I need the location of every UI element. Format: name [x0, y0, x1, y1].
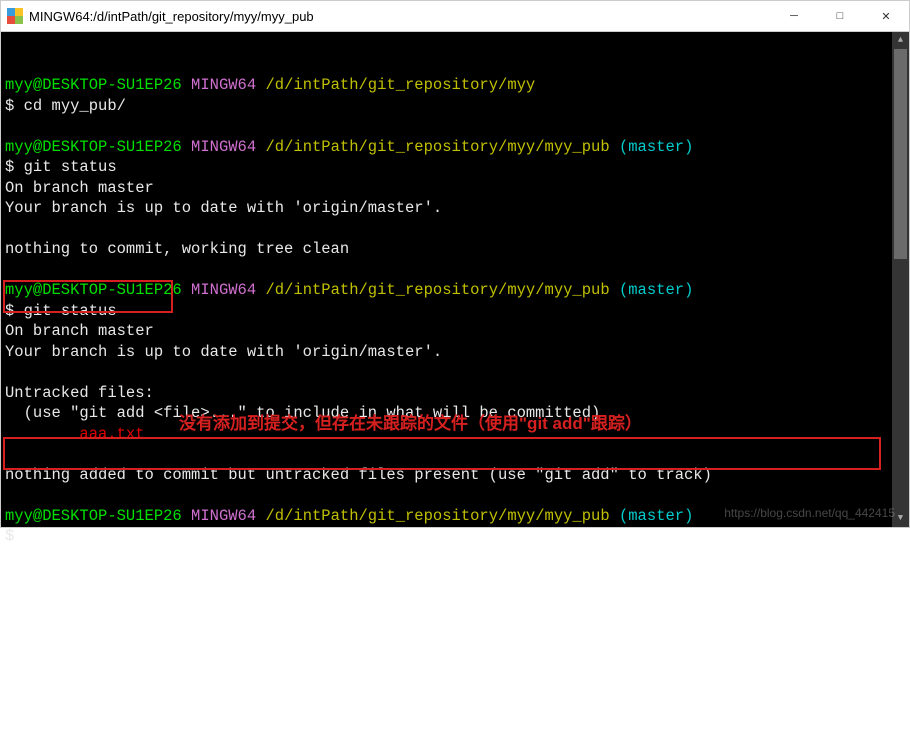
prompt-userhost: myy@DESKTOP-SU1EP26: [5, 507, 182, 525]
window-title: MINGW64:/d/intPath/git_repository/myy/my…: [29, 9, 771, 24]
out-onbranch: On branch master: [5, 179, 154, 197]
out-uptodate: Your branch is up to date with 'origin/m…: [5, 199, 442, 217]
blank-line: [5, 220, 14, 238]
close-button[interactable]: ✕: [863, 1, 909, 31]
window-titlebar: MINGW64:/d/intPath/git_repository/myy/my…: [0, 0, 910, 32]
out-uptodate: Your branch is up to date with 'origin/m…: [5, 343, 442, 361]
prompt-userhost: myy@DESKTOP-SU1EP26: [5, 281, 182, 299]
prompt-shell: MINGW64: [191, 76, 256, 94]
prompt-branch: (master): [619, 138, 693, 156]
maximize-button[interactable]: □: [817, 1, 863, 31]
scroll-up-icon[interactable]: ▲: [892, 32, 909, 49]
prompt-path: /d/intPath/git_repository/myy/myy_pub: [265, 281, 609, 299]
terminal-scrollbar[interactable]: ▲ ▼: [892, 32, 909, 527]
out-onbranch: On branch master: [5, 322, 154, 340]
out-nothing-added: nothing added to commit but untracked fi…: [5, 466, 712, 484]
prompt-symbol: $: [5, 158, 24, 176]
prompt-shell: MINGW64: [191, 281, 256, 299]
prompt-shell: MINGW64: [191, 507, 256, 525]
prompt-path: /d/intPath/git_repository/myy/myy_pub: [265, 138, 609, 156]
out-nothing-clean: nothing to commit, working tree clean: [5, 240, 349, 258]
cmd-cd: cd myy_pub/: [24, 97, 126, 115]
blank-line: [5, 486, 14, 504]
prompt-symbol: $: [5, 302, 24, 320]
window-controls: ─ □ ✕: [771, 1, 909, 31]
prompt-path: /d/intPath/git_repository/myy/myy_pub: [265, 507, 609, 525]
out-untracked-file: aaa.txt: [5, 425, 145, 443]
blank-line: [5, 445, 14, 463]
prompt-symbol: $: [5, 527, 24, 545]
terminal-area[interactable]: myy@DESKTOP-SU1EP26 MINGW64 /d/intPath/g…: [0, 32, 910, 528]
prompt-userhost: myy@DESKTOP-SU1EP26: [5, 138, 182, 156]
blank-line: [5, 56, 14, 74]
cmd-gitstatus: git status: [24, 158, 117, 176]
out-untracked-hdr: Untracked files:: [5, 384, 154, 402]
prompt-userhost: myy@DESKTOP-SU1EP26: [5, 76, 182, 94]
scroll-thumb[interactable]: [894, 49, 907, 259]
blank-line: [5, 363, 14, 381]
watermark: https://blog.csdn.net/qq_442415: [724, 503, 895, 524]
prompt-branch: (master): [619, 507, 693, 525]
cmd-gitstatus: git status: [24, 302, 117, 320]
blank-line: [5, 261, 14, 279]
app-logo-icon: [7, 8, 23, 24]
prompt-shell: MINGW64: [191, 138, 256, 156]
minimize-button[interactable]: ─: [771, 1, 817, 31]
out-untracked-hint: (use "git add <file>..." to include in w…: [5, 404, 600, 422]
prompt-symbol: $: [5, 97, 24, 115]
blank-line: [5, 117, 14, 135]
prompt-branch: (master): [619, 281, 693, 299]
prompt-path: /d/intPath/git_repository/myy: [265, 76, 535, 94]
